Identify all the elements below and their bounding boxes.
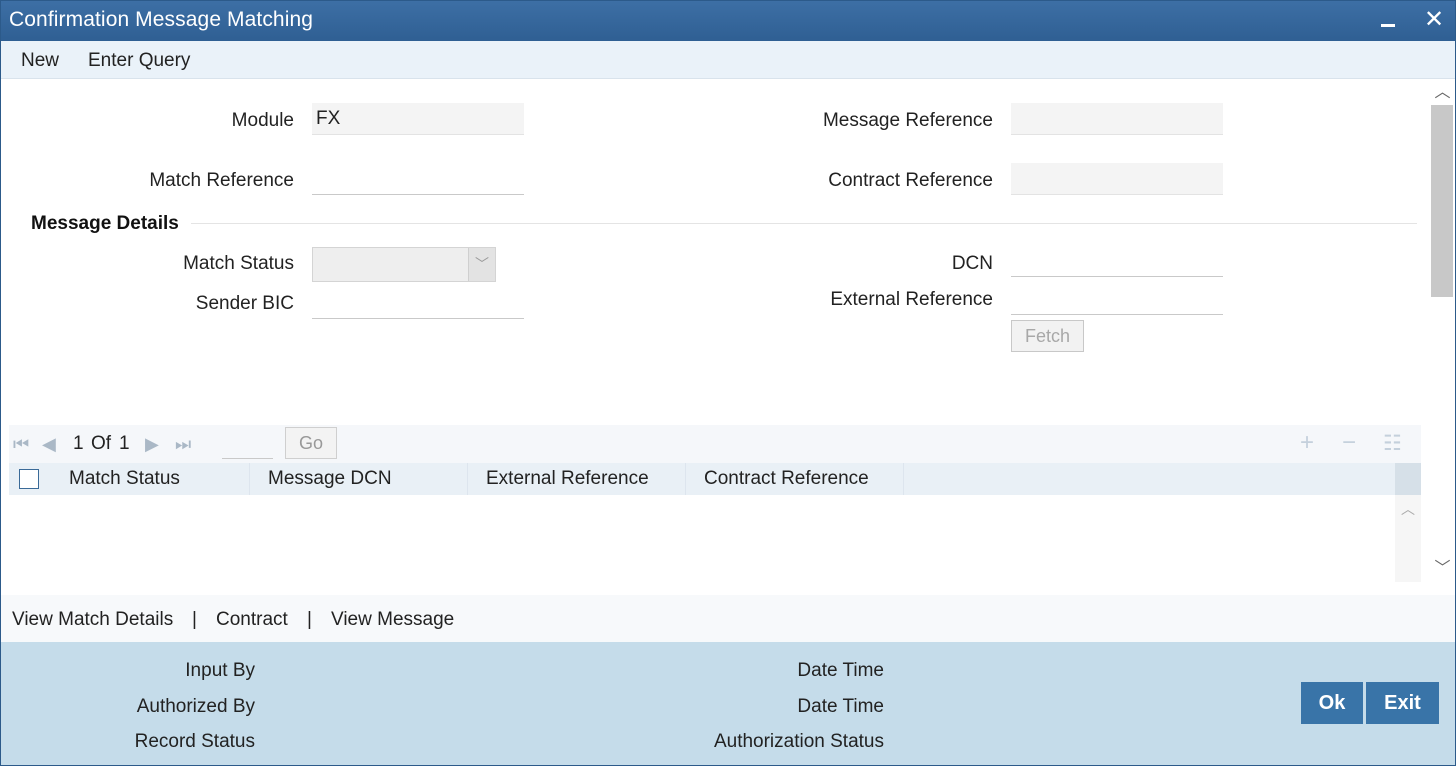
fetch-button[interactable]: Fetch [1011,320,1084,352]
minimize-icon[interactable] [1373,4,1403,36]
date-time-label: Date Time [797,696,884,717]
column-contract-reference[interactable]: Contract Reference [686,463,904,495]
page-total: 1 [119,433,130,454]
grid-body [9,495,1395,582]
match-status-label: Match Status [183,253,294,274]
message-reference-field[interactable] [1011,103,1223,135]
delete-row-icon[interactable]: − [1342,429,1356,457]
window-title: Confirmation Message Matching [9,8,314,31]
page-number-input[interactable] [222,433,273,459]
section-divider [191,223,1417,224]
scroll-up-icon[interactable]: ︿ [1429,81,1455,105]
column-match-status[interactable]: Match Status [51,463,250,495]
sender-bic-field[interactable] [312,287,524,319]
dcn-label: DCN [951,253,993,274]
module-label: Module [231,110,294,131]
main-form: Module Message Reference Match Reference… [1,79,1429,595]
record-status-label: Record Status [134,731,255,752]
scroll-thumb[interactable] [1431,105,1453,297]
title-bar: Confirmation Message Matching ✕ [1,1,1455,41]
menu-new[interactable]: New [21,50,59,72]
grid-header: Match Status Message DCN External Refere… [9,463,1395,495]
confirmation-message-matching-window: Confirmation Message Matching ✕ New Ente… [0,0,1456,766]
external-reference-field[interactable] [1011,283,1223,315]
grid-scroll-up-icon[interactable]: ︿ [1395,499,1421,519]
last-page-icon[interactable]: ⏭ [175,434,191,455]
go-button[interactable]: Go [285,427,337,459]
list-view-icon[interactable]: ☷ [1383,431,1402,456]
grid-scrollbar[interactable]: ︿ [1395,495,1421,582]
first-page-icon[interactable]: ⏮ [13,434,29,455]
menu-enter-query[interactable]: Enter Query [88,50,190,72]
action-links-bar: View Match Details | Contract | View Mes… [1,595,1455,642]
exit-button[interactable]: Exit [1366,682,1439,724]
grid-toolbar: ⏮ ◀ 1 Of 1 ▶ ⏭ Go + − ☷ [9,425,1421,463]
module-field[interactable] [312,103,524,135]
input-by-label: Input By [185,660,255,681]
view-match-details-link[interactable]: View Match Details [12,609,173,631]
menu-bar: New Enter Query [1,41,1455,79]
scroll-down-icon[interactable]: ﹀ [1429,557,1455,581]
page-of-label: Of [91,433,112,454]
external-reference-label: External Reference [830,289,993,310]
contract-link[interactable]: Contract [216,609,288,631]
chevron-down-icon[interactable]: ﹀ [468,248,495,281]
link-separator: | [192,609,197,630]
date-time-label: Date Time [797,660,884,681]
close-icon[interactable]: ✕ [1419,4,1449,36]
message-reference-label: Message Reference [822,110,993,131]
match-reference-field[interactable] [312,163,524,195]
column-message-dcn[interactable]: Message DCN [250,463,468,495]
form-scrollbar[interactable]: ︿ ﹀ [1429,79,1455,595]
message-details-heading: Message Details [31,213,179,234]
authorized-by-label: Authorized By [136,696,255,717]
page-current: 1 [73,433,84,454]
previous-page-icon[interactable]: ◀ [42,434,56,455]
sender-bic-label: Sender BIC [195,293,294,314]
view-message-link[interactable]: View Message [331,609,454,631]
link-separator: | [307,609,312,630]
match-reference-label: Match Reference [149,170,294,191]
add-row-icon[interactable]: + [1300,429,1314,457]
match-status-select[interactable]: ﹀ [312,247,496,282]
dcn-field[interactable] [1011,245,1223,277]
column-external-reference[interactable]: External Reference [468,463,686,495]
contract-reference-label: Contract Reference [828,170,993,191]
ok-button[interactable]: Ok [1301,682,1363,724]
next-page-icon[interactable]: ▶ [145,434,159,455]
audit-footer: Input By Authorized By Record Status Dat… [1,642,1455,765]
contract-reference-field[interactable] [1011,163,1223,195]
grid-header-corner [1395,463,1421,495]
authorization-status-label: Authorization Status [713,731,884,752]
select-all-checkbox[interactable] [19,469,39,489]
